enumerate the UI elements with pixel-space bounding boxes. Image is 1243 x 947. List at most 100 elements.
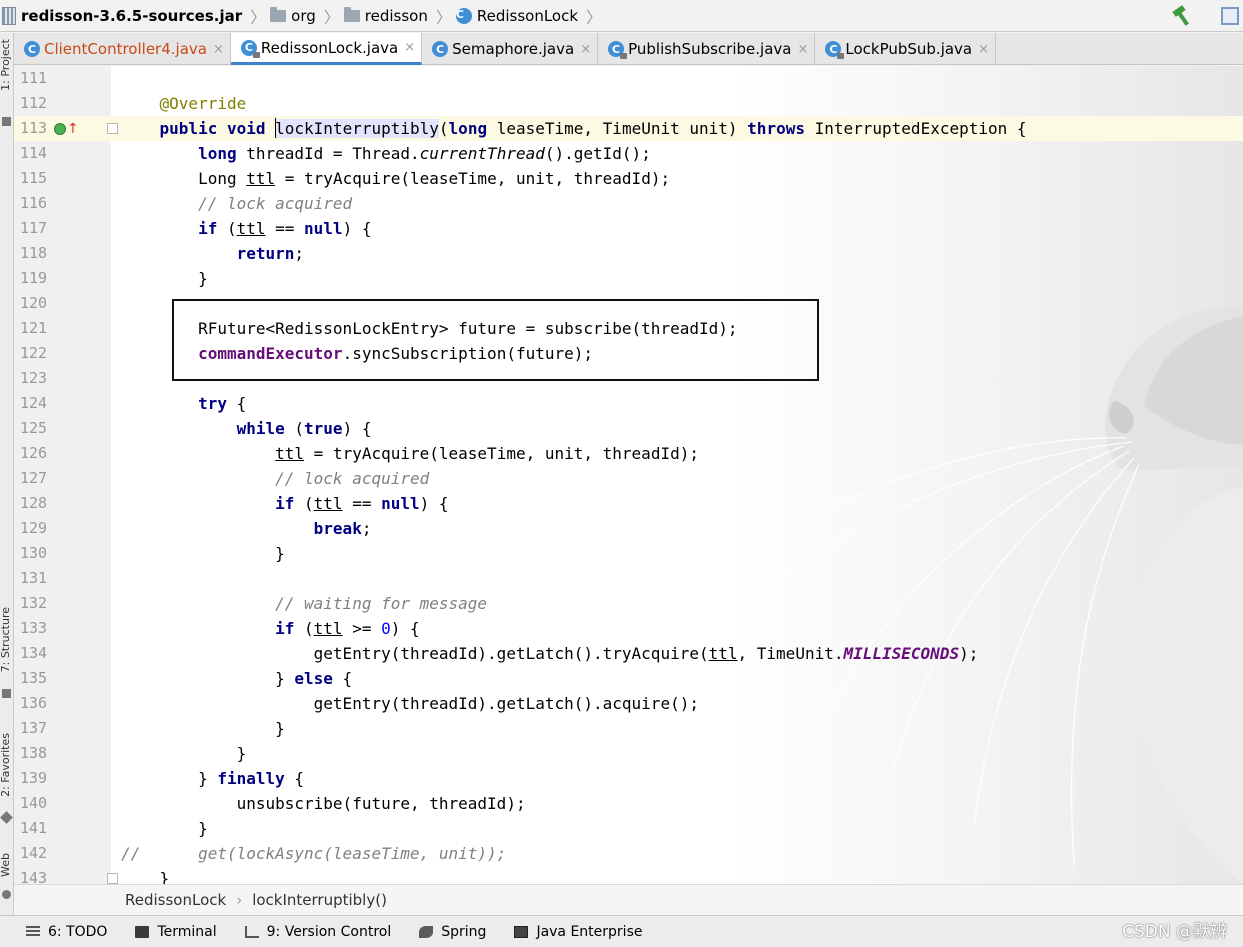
code-text[interactable]: unsubscribe(future, threadId); <box>121 791 526 816</box>
close-icon[interactable]: × <box>213 42 224 57</box>
code-line[interactable]: 132 // waiting for message <box>14 591 1243 616</box>
code-line[interactable]: 133 if (ttl >= 0) { <box>14 616 1243 641</box>
code-text[interactable]: break; <box>121 516 372 541</box>
code-line[interactable]: 134 getEntry(threadId).getLatch().tryAcq… <box>14 641 1243 666</box>
close-icon[interactable]: × <box>580 42 591 57</box>
line-number[interactable]: 135 <box>20 666 48 691</box>
code-line[interactable]: 139 } finally { <box>14 766 1243 791</box>
line-number[interactable]: 122 <box>20 341 48 366</box>
tool-window-favorites[interactable]: 2: Favorites <box>0 733 12 797</box>
code-text[interactable]: } <box>121 866 170 884</box>
build-hammer-icon[interactable] <box>1171 5 1193 27</box>
code-line[interactable]: 140 unsubscribe(future, threadId); <box>14 791 1243 816</box>
line-number[interactable]: 127 <box>20 466 48 491</box>
line-number[interactable]: 140 <box>20 791 48 816</box>
tab-publishsubscribe[interactable]: C PublishSubscribe.java × <box>598 33 816 65</box>
code-text[interactable]: } <box>121 816 208 841</box>
fold-toggle-icon[interactable] <box>107 873 118 884</box>
line-number[interactable]: 112 <box>20 91 48 116</box>
project-structure-icon[interactable] <box>1221 7 1239 25</box>
editor-breadcrumb-method[interactable]: lockInterruptibly() <box>252 891 387 909</box>
tool-window-web[interactable]: Web <box>0 853 12 877</box>
line-number[interactable]: 128 <box>20 491 48 516</box>
code-line[interactable]: 119 } <box>14 266 1243 291</box>
code-text[interactable]: getEntry(threadId).getLatch().tryAcquire… <box>121 641 979 666</box>
code-line[interactable]: 136 getEntry(threadId).getLatch().acquir… <box>14 691 1243 716</box>
line-number[interactable]: 129 <box>20 516 48 541</box>
line-number[interactable]: 126 <box>20 441 48 466</box>
code-text[interactable]: // lock acquired <box>121 191 352 216</box>
code-text[interactable]: return; <box>121 241 304 266</box>
tab-redissonlock[interactable]: C RedissonLock.java × <box>230 33 423 65</box>
code-line[interactable]: 114 long threadId = Thread.currentThread… <box>14 141 1243 166</box>
code-text[interactable]: ttl = tryAcquire(leaseTime, unit, thread… <box>121 441 699 466</box>
implements-arrow-icon[interactable]: ↑ <box>67 122 79 136</box>
tool-window-spring[interactable]: Spring <box>419 924 486 940</box>
code-line[interactable]: 117 if (ttl == null) { <box>14 216 1243 241</box>
code-line[interactable]: 142 // get(lockAsync(leaseTime, unit)); <box>14 841 1243 866</box>
line-number[interactable]: 113 <box>20 116 48 141</box>
code-line[interactable]: 129 break; <box>14 516 1243 541</box>
close-icon[interactable]: × <box>978 42 989 57</box>
code-line[interactable]: 113 public void lockInterruptibly(long l… <box>14 116 1243 141</box>
code-text[interactable]: } <box>121 541 285 566</box>
breadcrumb-package-redisson[interactable]: redisson <box>342 0 434 32</box>
code-text[interactable]: try { <box>121 391 246 416</box>
code-text[interactable]: } finally { <box>121 766 304 791</box>
code-line[interactable]: 138 } <box>14 741 1243 766</box>
code-text[interactable]: // lock acquired <box>121 466 429 491</box>
code-line[interactable]: 115 Long ttl = tryAcquire(leaseTime, uni… <box>14 166 1243 191</box>
code-text[interactable]: public void lockInterruptibly(long lease… <box>121 116 1027 141</box>
breadcrumb-jar[interactable]: redisson-3.6.5-sources.jar <box>0 0 248 32</box>
code-line[interactable]: 126 ttl = tryAcquire(leaseTime, unit, th… <box>14 441 1243 466</box>
line-number[interactable]: 132 <box>20 591 48 616</box>
line-number[interactable]: 115 <box>20 166 48 191</box>
code-line[interactable]: 118 return; <box>14 241 1243 266</box>
code-line[interactable]: 124 try { <box>14 391 1243 416</box>
line-number[interactable]: 116 <box>20 191 48 216</box>
line-number[interactable]: 143 <box>20 866 48 884</box>
code-text[interactable]: if (ttl == null) { <box>121 216 371 241</box>
breadcrumb-package-org[interactable]: org <box>268 0 322 32</box>
line-number[interactable]: 136 <box>20 691 48 716</box>
code-line[interactable]: 112 @Override <box>14 91 1243 116</box>
line-number[interactable]: 130 <box>20 541 48 566</box>
tool-window-structure[interactable]: 7: Structure <box>0 607 12 672</box>
code-line[interactable]: 111 <box>14 66 1243 91</box>
close-icon[interactable]: × <box>404 40 415 55</box>
fold-toggle-icon[interactable] <box>107 123 118 134</box>
code-line[interactable]: 116 // lock acquired <box>14 191 1243 216</box>
code-text[interactable]: if (ttl == null) { <box>121 491 448 516</box>
line-number[interactable]: 139 <box>20 766 48 791</box>
line-number[interactable]: 134 <box>20 641 48 666</box>
code-line[interactable]: 137 } <box>14 716 1243 741</box>
tab-clientcontroller4[interactable]: C ClientController4.java × <box>14 33 231 65</box>
code-line[interactable]: 131 <box>14 566 1243 591</box>
tool-window-project[interactable]: 1: Project <box>0 39 12 91</box>
code-line[interactable]: 130 } <box>14 541 1243 566</box>
code-text[interactable]: } <box>121 741 247 766</box>
code-text[interactable]: // waiting for message <box>121 591 487 616</box>
code-line[interactable]: 135 } else { <box>14 666 1243 691</box>
line-number[interactable]: 120 <box>20 291 48 316</box>
code-text[interactable]: if (ttl >= 0) { <box>121 616 420 641</box>
code-line[interactable]: 128 if (ttl == null) { <box>14 491 1243 516</box>
code-editor[interactable]: 111 112 @Override 113 public void lockInte… <box>14 66 1243 884</box>
line-number[interactable]: 141 <box>20 816 48 841</box>
code-line[interactable]: 125 while (true) { <box>14 416 1243 441</box>
line-number[interactable]: 131 <box>20 566 48 591</box>
code-line[interactable]: 143 } <box>14 866 1243 884</box>
line-number[interactable]: 124 <box>20 391 48 416</box>
tab-lockpubsub[interactable]: C LockPubSub.java × <box>815 33 997 65</box>
line-number[interactable]: 111 <box>20 66 48 91</box>
editor-breadcrumb-class[interactable]: RedissonLock <box>125 891 226 909</box>
tab-semaphore[interactable]: C Semaphore.java × <box>422 33 599 65</box>
overrides-method-icon[interactable] <box>54 122 66 135</box>
close-icon[interactable]: × <box>797 42 808 57</box>
line-number[interactable]: 138 <box>20 741 48 766</box>
code-text[interactable]: } <box>121 716 285 741</box>
code-text[interactable]: @Override <box>121 91 247 116</box>
code-text[interactable]: // get(lockAsync(leaseTime, unit)); <box>121 841 506 866</box>
code-text[interactable]: getEntry(threadId).getLatch().acquire(); <box>121 691 699 716</box>
line-number[interactable]: 133 <box>20 616 48 641</box>
